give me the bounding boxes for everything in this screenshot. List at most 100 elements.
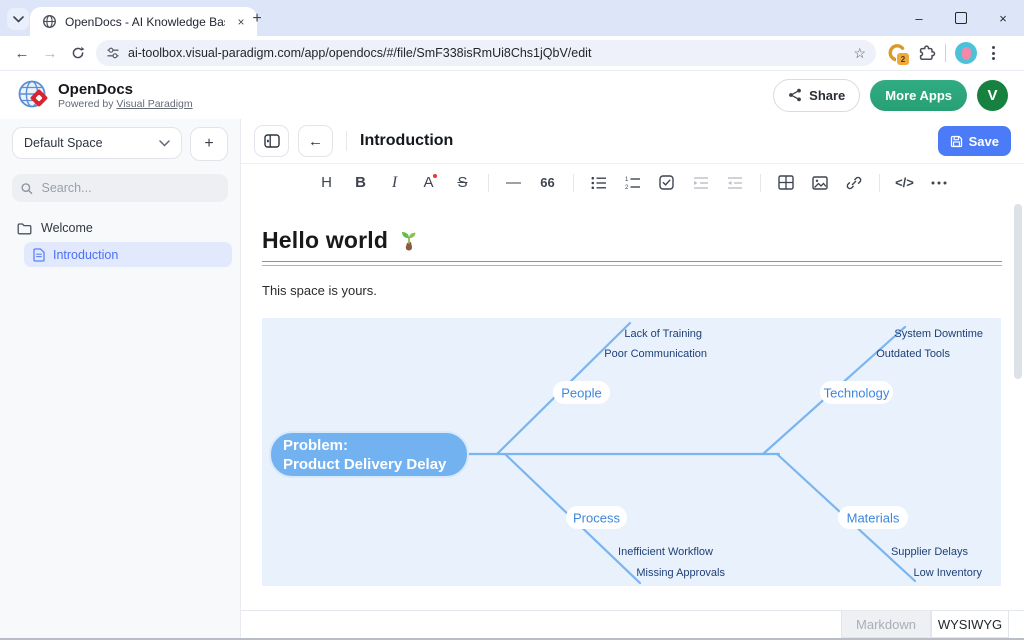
cause-label: Poor Communication [604,348,707,360]
link-button[interactable] [841,170,867,196]
browser-tab[interactable]: OpenDocs - AI Knowledge Base × [30,7,257,36]
scrollbar-thumb[interactable] [1014,204,1022,379]
folder-icon [17,222,32,235]
document-icon [33,248,45,262]
search-icon [21,182,33,195]
divider [573,174,574,192]
search-box[interactable] [12,174,228,202]
color-dot [433,174,437,178]
share-icon [788,88,802,102]
visual-paradigm-link[interactable]: Visual Paradigm [116,98,192,110]
close-button[interactable]: × [982,0,1024,36]
profile-avatar[interactable] [955,42,977,64]
indent-button[interactable] [688,170,714,196]
bullet-list-button[interactable] [586,170,612,196]
tab-title: OpenDocs - AI Knowledge Base [65,15,225,29]
window-controls: – × [898,0,1024,36]
image-button[interactable] [807,170,833,196]
cause-label: System Downtime [894,328,983,340]
text-color-button[interactable]: A [416,170,442,196]
url-field[interactable]: ai-toolbox.visual-paradigm.com/app/opend… [96,40,876,66]
problem-line2: Product Delivery Delay [283,456,447,473]
extension-badge: 2 [896,52,910,66]
minimize-button[interactable]: – [898,0,940,36]
image-icon [812,176,828,190]
editor-canvas[interactable]: Hello world This space is yours. [241,201,1024,610]
seedling-emoji [397,229,421,253]
site-settings-icon [106,46,120,60]
checkbox-icon [659,175,674,190]
fishbone-lines [468,323,915,583]
share-button[interactable]: Share [773,79,860,112]
outdent-button[interactable] [722,170,748,196]
heading-rule [262,261,1002,266]
browser-menu-icon[interactable] [986,46,1001,60]
italic-button[interactable]: I [382,170,408,196]
markdown-mode-tab[interactable]: Markdown [841,611,931,638]
tree-doc-introduction[interactable]: Introduction [24,242,232,267]
fishbone-diagram[interactable]: People Technology Process Materials Lack… [262,318,1001,586]
forward-button[interactable]: → [36,39,64,67]
reload-button[interactable] [64,39,92,67]
address-bar: ← → ai-toolbox.visual-paradigm.com/app/o… [0,36,1024,71]
more-apps-button[interactable]: More Apps [870,80,967,111]
numbered-list-icon: 1 2 [625,176,641,190]
code-button[interactable]: </> [892,170,918,196]
cause-label: Missing Approvals [636,567,725,579]
user-avatar[interactable]: V [977,80,1008,111]
horizontal-rule-button[interactable]: — [501,170,527,196]
extensions-puzzle-icon[interactable] [917,44,936,63]
chevron-down-icon [159,140,170,147]
editor-scrollbar[interactable] [1014,204,1022,607]
outdent-icon [727,176,743,190]
task-list-button[interactable] [654,170,680,196]
space-row: Default Space + [0,119,240,161]
header-actions: Share More Apps V [773,79,1008,112]
maximize-icon [955,12,967,24]
extension-c-icon[interactable]: 2 [886,42,908,64]
search-input[interactable] [40,180,219,196]
save-button[interactable]: Save [938,126,1011,156]
tree-folder-welcome[interactable]: Welcome [0,217,240,239]
more-options-button[interactable] [926,170,952,196]
save-label: Save [969,134,999,149]
back-button[interactable]: ← [8,39,36,67]
heading-button[interactable]: H [314,170,340,196]
table-button[interactable] [773,170,799,196]
cause-label: Low Inventory [914,567,983,579]
branch-label: Technology [824,386,890,401]
numbered-list-button[interactable]: 1 2 [620,170,646,196]
add-page-button[interactable]: + [190,127,228,161]
app-name: OpenDocs [58,81,193,98]
space-selector-value: Default Space [24,136,103,150]
back-doc-button[interactable]: ← [298,125,333,157]
toggle-sidebar-button[interactable] [254,125,289,157]
sidebar: Default Space + Welcome [0,119,241,638]
bookmark-star-icon[interactable]: ☆ [853,45,866,62]
divider [879,174,880,192]
wysiwyg-mode-tab[interactable]: WYSIWYG [931,611,1009,638]
app-header: OpenDocs Powered by Visual Paradigm Shar… [0,71,1024,120]
space-selector[interactable]: Default Space [12,127,182,159]
cause-label: Outdated Tools [876,348,950,360]
svg-text:2: 2 [625,185,629,190]
powered-by: Powered by Visual Paradigm [58,98,193,110]
bullet-list-icon [591,176,607,190]
svg-text:1: 1 [625,177,629,183]
chrome-actions: 2 [886,42,1001,64]
tab-strip: OpenDocs - AI Knowledge Base × + – × [0,0,1024,36]
table-icon [778,175,794,190]
new-tab-button[interactable]: + [246,8,268,30]
bold-button[interactable]: B [348,170,374,196]
tab-search-button[interactable] [7,8,29,30]
ellipsis-icon [931,181,947,185]
globe-favicon [42,14,57,29]
strikethrough-button[interactable]: S [450,170,476,196]
blockquote-button[interactable]: 66 [535,170,561,196]
editor-footer: Markdown WYSIWYG [241,610,1024,638]
brand-block: OpenDocs Powered by Visual Paradigm [58,81,193,110]
maximize-button[interactable] [940,0,982,36]
sidebar-toggle-icon [264,134,280,148]
doc-paragraph: This space is yours. [262,283,1002,298]
doc-header: ← Introduction Save [241,119,1024,164]
